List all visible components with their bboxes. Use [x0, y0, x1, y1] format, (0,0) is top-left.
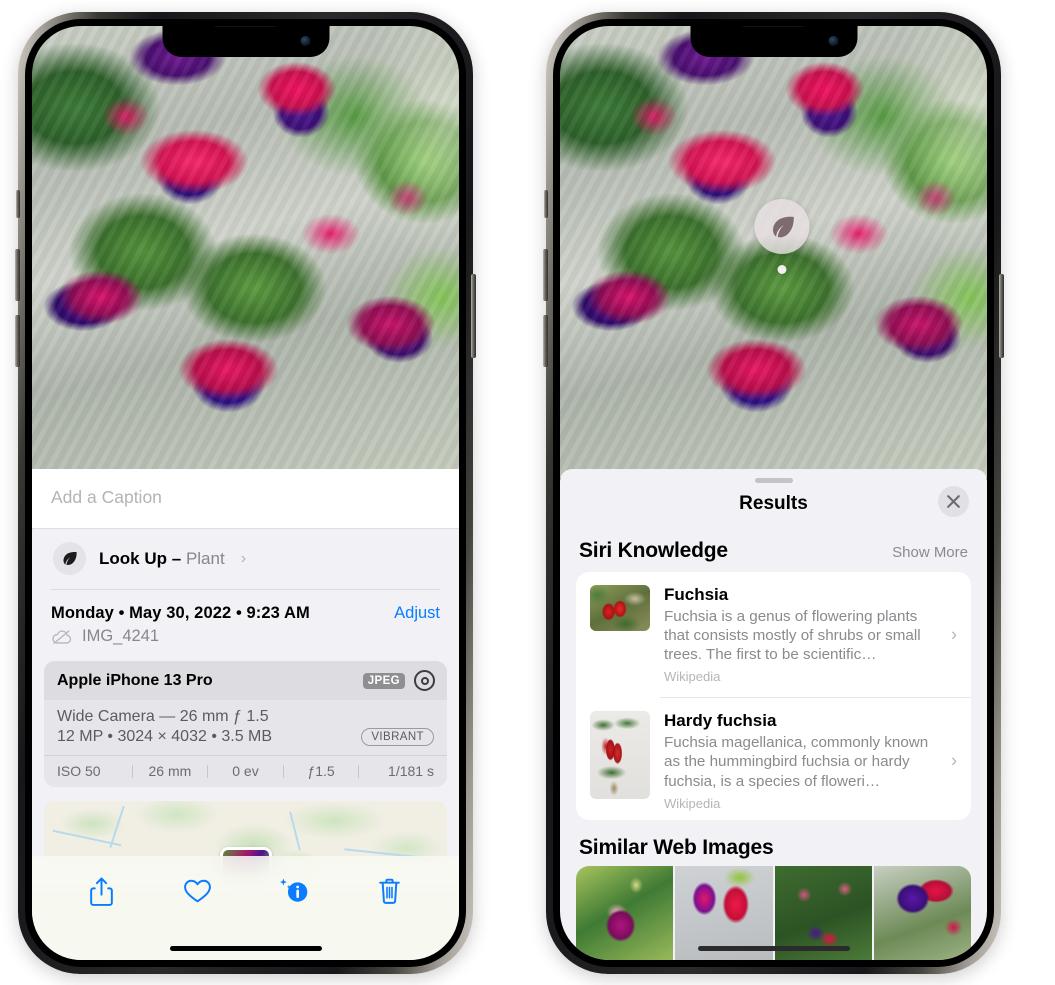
photo-toolbar [32, 856, 459, 960]
front-camera-icon [300, 36, 310, 46]
subject-indicator-dot [777, 265, 787, 274]
device-bezel: ✧ Look Up – Plant › [25, 19, 466, 967]
visual-look-up-badge[interactable] [754, 199, 810, 274]
photographic-style-badge: VIBRANT [361, 728, 434, 746]
look-up-title: Look Up [99, 548, 167, 568]
screenshot-stage: ✧ Look Up – Plant › [0, 0, 1055, 985]
volume-up-button[interactable] [543, 249, 548, 301]
earpiece-speaker [213, 26, 278, 27]
siri-knowledge-header: Siri Knowledge Show More [560, 523, 987, 572]
chevron-right-icon: › [951, 750, 957, 771]
exif-size-row: 12 MP • 3024 × 4032 • 3.5 MB VIBRANT [57, 728, 434, 746]
leaf-icon[interactable] [754, 199, 810, 254]
section-title-similar-web-images: Similar Web Images [579, 835, 774, 859]
exif-iso: ISO 50 [57, 763, 101, 779]
similar-image[interactable] [576, 865, 674, 960]
knowledge-thumbnail [590, 584, 650, 631]
aperture-icon [414, 670, 435, 691]
chevron-right-icon: › [951, 624, 957, 645]
knowledge-title: Hardy fuchsia [664, 711, 777, 731]
photo-info-sheet: ✧ Look Up – Plant › [32, 469, 459, 960]
adjust-button[interactable]: Adjust [394, 604, 440, 623]
exif-stats-row: ISO 50 26 mm 0 ev ƒ1.5 1/181 s [44, 755, 447, 787]
look-up-row[interactable]: ✧ Look Up – Plant › [32, 523, 459, 589]
screen-left: ✧ Look Up – Plant › [32, 26, 459, 960]
show-more-button[interactable]: Show More [892, 544, 968, 561]
notch [690, 26, 857, 57]
knowledge-description: Fuchsia magellanica, commonly known as t… [664, 734, 929, 790]
earpiece-speaker [741, 26, 806, 27]
info-button[interactable] [270, 870, 316, 912]
delete-button[interactable] [366, 870, 412, 912]
exif-focal-length: 26 mm [148, 763, 192, 779]
volume-down-button[interactable] [15, 315, 20, 367]
mute-switch[interactable] [16, 190, 20, 218]
knowledge-item[interactable]: Hardy fuchsia Fuchsia magellanica, commo… [576, 698, 971, 819]
photo-meta-row: Monday • May 30, 2022 • 9:23 AM Adjust [32, 590, 459, 623]
look-up-subject: Plant [185, 548, 225, 568]
sheet-title: Results [739, 492, 808, 514]
icloud-slash-icon [51, 629, 73, 645]
screen-right: Results Siri Knowledge Show More Fuchsia… [560, 26, 987, 960]
caption-input[interactable] [51, 487, 440, 508]
knowledge-description: Fuchsia is a genus of flowering plants t… [664, 607, 921, 664]
look-up-label: Look Up – Plant [99, 549, 225, 569]
look-up-dash: – [171, 548, 182, 568]
knowledge-source: Wikipedia [664, 669, 721, 685]
section-title-siri-knowledge: Siri Knowledge [579, 538, 728, 562]
photo-viewer[interactable] [32, 26, 459, 478]
favorite-button[interactable] [175, 870, 221, 912]
exif-body: Wide Camera — 26 mm ƒ 1.5 12 MP • 3024 ×… [44, 700, 447, 755]
volume-down-button[interactable] [543, 315, 548, 367]
exif-aperture: ƒ1.5 [307, 763, 335, 779]
results-sheet: Results Siri Knowledge Show More Fuchsia… [560, 469, 987, 960]
sheet-header: Results [560, 483, 987, 523]
file-name: IMG_4241 [82, 627, 160, 645]
home-indicator[interactable] [697, 946, 850, 951]
exif-exposure-value: 0 ev [232, 763, 259, 779]
front-camera-icon [828, 36, 838, 46]
sparkle-icon: ✧ [32, 523, 35, 539]
knowledge-body: Fuchsia Fuchsia is a genus of flowering … [664, 585, 959, 684]
device-bezel: Results Siri Knowledge Show More Fuchsia… [553, 19, 994, 967]
leaf-icon [53, 542, 86, 575]
knowledge-thumbnail [590, 711, 650, 800]
knowledge-title: Fuchsia [664, 584, 729, 604]
image-size-info: 12 MP • 3024 × 4032 • 3.5 MB [57, 728, 273, 745]
share-button[interactable] [79, 870, 125, 912]
lens-info: Wide Camera — 26 mm ƒ 1.5 [57, 708, 269, 725]
caption-row[interactable] [32, 469, 459, 529]
file-row: IMG_4241 [32, 623, 459, 659]
camera-model: Apple iPhone 13 Pro [57, 671, 213, 689]
close-icon[interactable] [938, 485, 969, 517]
iphone-left: ✧ Look Up – Plant › [15, 12, 476, 974]
exif-shutter-speed: 1/181 s [388, 763, 434, 779]
exif-card[interactable]: Apple iPhone 13 Pro JPEG Wide Camera — 2… [44, 661, 447, 787]
home-indicator[interactable] [169, 946, 322, 951]
format-badge: JPEG [362, 672, 405, 689]
siri-knowledge-card: Fuchsia Fuchsia is a genus of flowering … [576, 571, 971, 820]
similar-web-images-header: Similar Web Images [560, 820, 987, 866]
exif-header-badges: JPEG [362, 670, 435, 691]
knowledge-item[interactable]: Fuchsia Fuchsia is a genus of flowering … [576, 572, 971, 697]
photo-date: Monday • May 30, 2022 • 9:23 AM [51, 604, 310, 622]
knowledge-source: Wikipedia [664, 795, 721, 811]
chevron-right-icon: › [240, 549, 247, 567]
notch [162, 26, 329, 57]
volume-up-button[interactable] [15, 249, 20, 301]
power-button[interactable] [999, 274, 1004, 358]
similar-image[interactable] [873, 865, 971, 960]
power-button[interactable] [471, 274, 476, 358]
mute-switch[interactable] [544, 190, 548, 218]
knowledge-body: Hardy fuchsia Fuchsia magellanica, commo… [664, 711, 959, 810]
exif-header: Apple iPhone 13 Pro JPEG [44, 661, 447, 700]
iphone-right: Results Siri Knowledge Show More Fuchsia… [543, 12, 1004, 974]
